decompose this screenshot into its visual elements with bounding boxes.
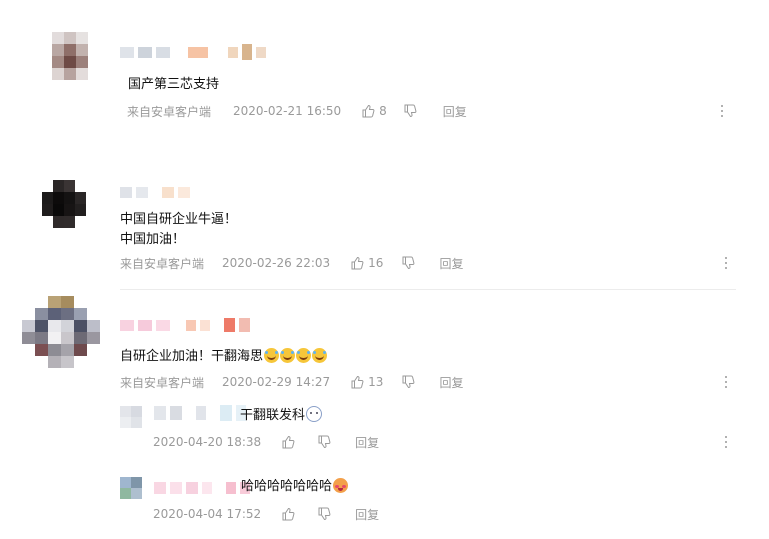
divider xyxy=(120,289,736,290)
reply-button[interactable]: 回复 xyxy=(443,103,467,120)
reply-avatar[interactable] xyxy=(120,477,142,499)
timestamp: 2020-02-26 22:03 xyxy=(222,256,331,270)
more-vertical-icon[interactable] xyxy=(722,256,730,272)
avatar[interactable] xyxy=(22,296,100,368)
thumbs-down-icon xyxy=(318,435,331,449)
tears-of-joy-emoji xyxy=(280,348,296,363)
reply-button[interactable]: 回复 xyxy=(355,434,379,451)
tears-of-joy-emoji xyxy=(312,348,328,363)
tears-of-joy-emoji xyxy=(264,348,280,363)
reply-text: 干翻联发科 xyxy=(240,406,323,426)
blush-emoji xyxy=(333,478,349,493)
timestamp: 2020-02-29 14:27 xyxy=(222,375,331,389)
username-blurred[interactable] xyxy=(120,44,266,60)
avatar[interactable] xyxy=(42,180,86,228)
more-vertical-icon[interactable] xyxy=(722,375,730,391)
reply-meta: 2020-04-04 17:52 回复 xyxy=(153,506,379,522)
comment-meta: 来自安卓客户端 2020-02-21 16:50 8 回复 xyxy=(127,103,467,119)
like-button[interactable]: 8 xyxy=(361,104,387,118)
timestamp: 2020-04-04 17:52 xyxy=(153,507,262,521)
thumbs-up-icon xyxy=(351,256,364,270)
avatar[interactable] xyxy=(52,32,88,80)
like-count: 8 xyxy=(379,104,387,118)
thumbs-down-icon xyxy=(318,507,331,521)
username-blurred[interactable] xyxy=(120,187,190,198)
like-button[interactable] xyxy=(281,507,295,521)
source-label: 来自安卓客户端 xyxy=(120,256,205,271)
comment-text: 中国自研企业牛逼！ 中国加油！ xyxy=(120,212,238,247)
dislike-button[interactable] xyxy=(401,375,415,389)
more-vertical-icon[interactable] xyxy=(722,435,730,451)
thumbs-up-icon xyxy=(351,375,364,389)
like-button[interactable]: 16 xyxy=(350,256,383,270)
reply-username-blurred[interactable] xyxy=(154,405,246,421)
more-vertical-icon[interactable] xyxy=(718,104,726,120)
reply-text: 哈哈哈哈哈哈哈 xyxy=(241,477,349,497)
reply-username-blurred[interactable] xyxy=(154,482,250,494)
reply-meta: 2020-04-20 18:38 回复 xyxy=(153,434,379,450)
dislike-button[interactable] xyxy=(401,256,415,270)
tears-of-joy-emoji xyxy=(296,348,312,363)
like-count: 13 xyxy=(368,375,384,389)
reply-avatar[interactable] xyxy=(120,406,142,428)
reply-button[interactable]: 回复 xyxy=(355,506,379,523)
like-count: 16 xyxy=(368,256,384,270)
thumbs-down-icon xyxy=(402,375,415,389)
comment-meta: 来自安卓客户端 2020-02-29 14:27 13 回复 xyxy=(120,374,463,390)
reply-button[interactable]: 回复 xyxy=(439,255,463,272)
source-label: 来自安卓客户端 xyxy=(120,375,205,390)
timestamp: 2020-02-21 16:50 xyxy=(233,104,342,118)
reply-button[interactable]: 回复 xyxy=(439,374,463,391)
like-button[interactable]: 13 xyxy=(350,375,383,389)
thumbs-up-icon xyxy=(362,104,375,118)
thumbs-up-icon xyxy=(282,507,295,521)
thumbs-down-icon xyxy=(404,104,417,118)
dislike-button[interactable] xyxy=(403,104,417,118)
dislike-button[interactable] xyxy=(317,507,331,521)
thumbs-down-icon xyxy=(402,256,415,270)
thumbs-up-icon xyxy=(282,435,295,449)
username-blurred[interactable] xyxy=(120,318,250,332)
timestamp: 2020-04-20 18:38 xyxy=(153,435,262,449)
like-button[interactable] xyxy=(281,435,295,449)
source-label: 来自安卓客户端 xyxy=(127,104,212,119)
comment-meta: 来自安卓客户端 2020-02-26 22:03 16 回复 xyxy=(120,255,463,271)
bunny-emoji xyxy=(306,406,323,422)
comment-text: 国产第三芯支持 xyxy=(128,77,220,92)
comment-text: 自研企业加油！干翻海思 xyxy=(120,347,328,367)
dislike-button[interactable] xyxy=(317,435,331,449)
